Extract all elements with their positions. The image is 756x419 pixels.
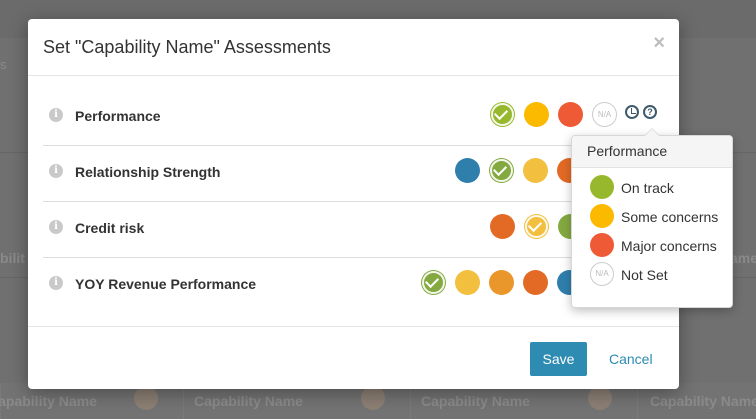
background-card-label: Capability Name bbox=[194, 393, 303, 409]
check-icon bbox=[424, 273, 440, 289]
major-concerns-swatch bbox=[590, 233, 614, 257]
major-concerns-option[interactable] bbox=[558, 102, 583, 127]
check-icon bbox=[493, 105, 509, 121]
row-label: YOY Revenue Performance bbox=[75, 276, 257, 292]
legend-item-on-track: On track bbox=[572, 168, 732, 199]
close-icon[interactable]: × bbox=[653, 33, 665, 53]
background-card-label: Capability Name bbox=[421, 393, 530, 409]
row-label: Credit risk bbox=[75, 220, 145, 236]
info-icon[interactable]: i bbox=[49, 108, 63, 122]
legend-item-major-concerns: Major concerns bbox=[572, 226, 732, 257]
history-clock-icon[interactable] bbox=[625, 105, 639, 119]
popover-title: Performance bbox=[572, 136, 732, 168]
background-fragment: bilit bbox=[0, 250, 25, 266]
assessment-row-performance: i Performance N/A ? bbox=[43, 90, 657, 146]
legend-label: Major concerns bbox=[621, 238, 717, 254]
row-label: Performance bbox=[75, 108, 161, 124]
legend-item-not-set: N/A Not Set bbox=[572, 255, 732, 286]
rating-option-yellow[interactable] bbox=[524, 214, 549, 239]
info-icon[interactable]: i bbox=[49, 276, 63, 290]
not-set-swatch: N/A bbox=[590, 262, 614, 286]
some-concerns-option[interactable] bbox=[524, 102, 549, 127]
background-fragment: s bbox=[0, 57, 7, 72]
background-card-label: Capability Name bbox=[650, 393, 756, 409]
assessment-rows: i Performance N/A ? i Relationship Stren… bbox=[43, 90, 657, 313]
info-icon[interactable]: i bbox=[49, 220, 63, 234]
background-fragment: ame bbox=[730, 250, 756, 266]
on-track-swatch bbox=[590, 175, 614, 199]
some-concerns-swatch bbox=[590, 204, 614, 228]
save-button[interactable]: Save bbox=[530, 342, 587, 376]
rating-option-orange[interactable] bbox=[489, 270, 514, 295]
assessment-row-credit-risk: i Credit risk bbox=[43, 202, 646, 258]
not-set-option[interactable]: N/A bbox=[592, 102, 617, 127]
rating-option-orange[interactable] bbox=[490, 214, 515, 239]
row-label: Relationship Strength bbox=[75, 164, 221, 180]
help-icon[interactable]: ? bbox=[643, 105, 657, 119]
modal-footer: Save Cancel bbox=[28, 326, 679, 390]
rating-option-blue[interactable] bbox=[455, 158, 480, 183]
info-icon[interactable]: i bbox=[49, 164, 63, 178]
legend-popover: Performance On track Some concerns Major… bbox=[571, 128, 733, 308]
legend-label: Some concerns bbox=[621, 209, 719, 225]
legend-item-some-concerns: Some concerns bbox=[572, 197, 732, 228]
on-track-option[interactable] bbox=[490, 102, 515, 127]
cancel-button[interactable]: Cancel bbox=[609, 351, 653, 367]
check-icon bbox=[527, 217, 543, 233]
rating-option-yellow[interactable] bbox=[523, 158, 548, 183]
modal-title: Set "Capability Name" Assessments bbox=[43, 37, 331, 57]
assessment-row-yoy-revenue-performance: i YOY Revenue Performance bbox=[43, 258, 646, 313]
background-card-label: Capability Name bbox=[0, 393, 97, 409]
modal-header: Set "Capability Name" Assessments × bbox=[28, 19, 679, 76]
legend-label: On track bbox=[621, 180, 674, 196]
check-icon bbox=[492, 161, 508, 177]
legend-label: Not Set bbox=[621, 267, 668, 283]
rating-option-yellow[interactable] bbox=[455, 270, 480, 295]
popover-arrow bbox=[644, 128, 660, 136]
rating-option-dark-orange[interactable] bbox=[523, 270, 548, 295]
rating-option-green[interactable] bbox=[489, 158, 514, 183]
rating-option-green[interactable] bbox=[421, 270, 446, 295]
assessment-row-relationship-strength: i Relationship Strength bbox=[43, 146, 646, 202]
